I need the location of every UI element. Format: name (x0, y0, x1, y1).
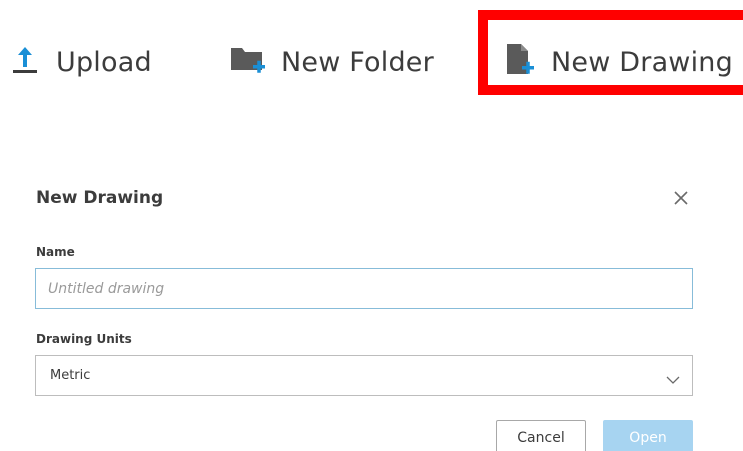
name-input[interactable] (35, 268, 693, 309)
close-button[interactable] (670, 187, 692, 209)
upload-arrow-icon (12, 45, 38, 79)
open-button[interactable]: Open (603, 420, 693, 451)
upload-button[interactable]: Upload (12, 40, 152, 84)
name-label: Name (36, 245, 75, 259)
chevron-down-icon (666, 370, 680, 389)
drawing-units-label: Drawing Units (36, 332, 132, 346)
drawing-units-value: Metric (50, 368, 91, 383)
new-folder-label: New Folder (281, 46, 434, 78)
drawing-units-select[interactable]: Metric (35, 355, 693, 396)
cancel-button[interactable]: Cancel (496, 420, 586, 451)
upload-label: Upload (56, 46, 152, 78)
folder-plus-icon (229, 42, 267, 82)
new-folder-button[interactable]: New Folder (229, 40, 434, 84)
close-icon (670, 191, 692, 213)
dialog-title: New Drawing (36, 188, 164, 208)
highlight-box (478, 10, 743, 95)
